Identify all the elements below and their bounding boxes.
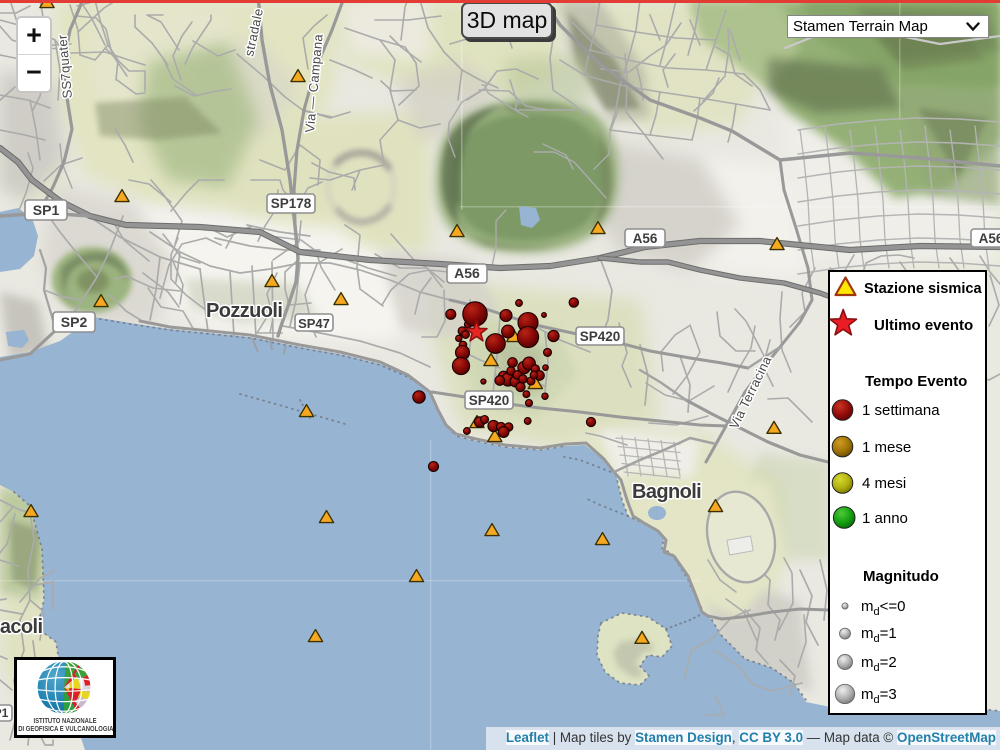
svg-text:SP1: SP1 [33, 202, 60, 218]
svg-text:SP1: SP1 [0, 706, 9, 720]
svg-text:SP420: SP420 [580, 329, 621, 344]
svg-text:Pozzuoli: Pozzuoli [206, 300, 282, 322]
svg-text:A56: A56 [633, 231, 658, 246]
svg-text:SP47: SP47 [298, 316, 330, 331]
svg-text:SP178: SP178 [271, 196, 312, 211]
svg-text:SP2: SP2 [61, 314, 88, 330]
svg-text:Bacoli: Bacoli [0, 616, 42, 638]
svg-text:SP420: SP420 [469, 393, 510, 408]
svg-text:Bagnoli: Bagnoli [632, 481, 701, 503]
svg-text:A56: A56 [454, 265, 480, 281]
svg-text:A56: A56 [979, 231, 1000, 246]
